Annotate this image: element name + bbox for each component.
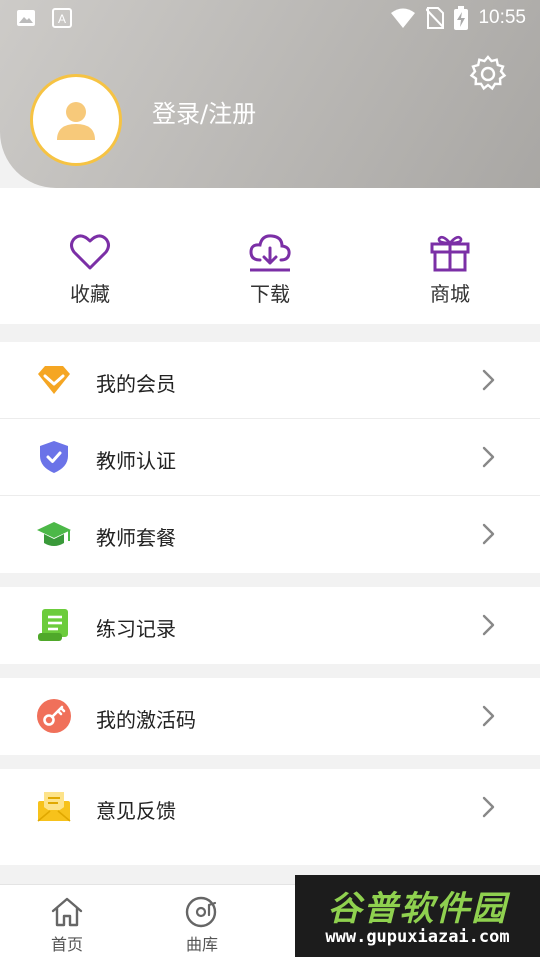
menu-item-teacher-package[interactable]: 教师套餐 <box>0 496 540 573</box>
menu-item-label: 我的激活码 <box>96 708 196 732</box>
menu-item-activation-code[interactable]: 我的激活码 <box>0 678 540 755</box>
image-icon <box>17 10 35 26</box>
menu-item-label: 练习记录 <box>96 617 176 641</box>
battery-charging-icon <box>454 6 469 30</box>
menu-item-teacher-certification[interactable]: 教师认证 <box>0 419 540 496</box>
user-icon <box>57 102 95 140</box>
menu-group-practice: 练习记录 <box>0 587 540 664</box>
quick-actions: 收藏 下载 商城 <box>0 188 540 324</box>
chevron-right-icon <box>482 796 495 818</box>
key-icon <box>37 699 71 733</box>
disc-icon <box>185 896 217 928</box>
heart-icon <box>70 234 110 270</box>
gift-icon <box>430 235 470 272</box>
chevron-right-icon <box>482 446 495 468</box>
menu-group-membership: 我的会员 教师认证 教师套餐 <box>0 342 540 573</box>
status-bar: A 10:55 <box>0 0 540 38</box>
graduation-cap-icon <box>37 522 71 546</box>
favorites-label: 收藏 <box>70 282 110 306</box>
menu-group-feedback: 意见反馈 <box>0 769 540 865</box>
login-register-link[interactable]: 登录/注册 <box>152 94 256 129</box>
home-icon <box>51 897 83 927</box>
watermark-logo: 谷普软件园 <box>327 889 508 929</box>
cloud-download-icon <box>249 234 291 272</box>
tab-library[interactable]: 曲库 <box>157 895 247 955</box>
tab-home[interactable]: 首页 <box>22 895 112 955</box>
chevron-right-icon <box>482 523 495 545</box>
menu-item-membership[interactable]: 我的会员 <box>0 342 540 419</box>
tab-label: 曲库 <box>185 935 218 954</box>
no-sim-icon <box>426 7 445 29</box>
gear-icon <box>469 55 507 91</box>
chevron-right-icon <box>482 705 495 727</box>
text-a-icon: A <box>52 8 72 28</box>
mail-icon <box>37 792 71 822</box>
watermark: 谷普软件园 www.gupuxiazai.com <box>295 875 540 957</box>
menu-item-label: 意见反馈 <box>96 799 176 823</box>
scroll-icon <box>38 609 68 641</box>
chevron-right-icon <box>482 614 495 636</box>
profile-header: A 10:55 登录/注册 <box>0 0 540 188</box>
mall-button[interactable]: 商城 <box>390 232 510 307</box>
diamond-icon <box>38 366 70 394</box>
status-time: 10:55 <box>478 7 526 28</box>
tab-label: 首页 <box>50 935 83 954</box>
favorites-button[interactable]: 收藏 <box>30 232 150 307</box>
downloads-label: 下载 <box>250 282 290 306</box>
menu-item-feedback[interactable]: 意见反馈 <box>0 769 540 846</box>
svg-text:A: A <box>58 12 66 26</box>
watermark-url: www.gupuxiazai.com <box>325 927 510 947</box>
avatar[interactable] <box>30 74 122 166</box>
menu-item-label: 我的会员 <box>96 372 176 396</box>
wifi-icon <box>391 8 416 28</box>
menu-item-label: 教师套餐 <box>96 526 176 550</box>
settings-button[interactable] <box>468 54 508 94</box>
chevron-right-icon <box>482 369 495 391</box>
menu-group-activation: 我的激活码 <box>0 678 540 755</box>
mall-label: 商城 <box>430 282 470 306</box>
shield-check-icon <box>40 441 68 473</box>
menu-item-practice-records[interactable]: 练习记录 <box>0 587 540 664</box>
downloads-button[interactable]: 下载 <box>210 232 330 307</box>
menu-item-label: 教师认证 <box>96 449 176 473</box>
